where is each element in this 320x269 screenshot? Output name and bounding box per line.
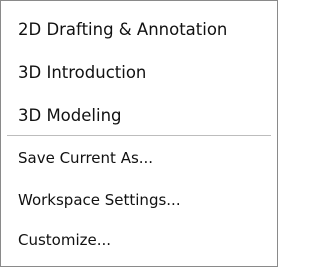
menu-item-save-current-as[interactable]: Save Current As... — [18, 146, 153, 170]
menu-item-workspace-settings[interactable]: Workspace Settings... — [18, 188, 181, 212]
menu-item-customize[interactable]: Customize... — [18, 228, 111, 252]
menu-item-3d-introduction[interactable]: 3D Introduction — [18, 61, 146, 85]
workspace-dropdown-menu: 2D Drafting & Annotation 3D Introduction… — [0, 0, 278, 267]
menu-item-3d-modeling[interactable]: 3D Modeling — [18, 104, 122, 128]
menu-separator — [7, 135, 271, 136]
menu-item-2d-drafting-annotation[interactable]: 2D Drafting & Annotation — [18, 18, 227, 42]
